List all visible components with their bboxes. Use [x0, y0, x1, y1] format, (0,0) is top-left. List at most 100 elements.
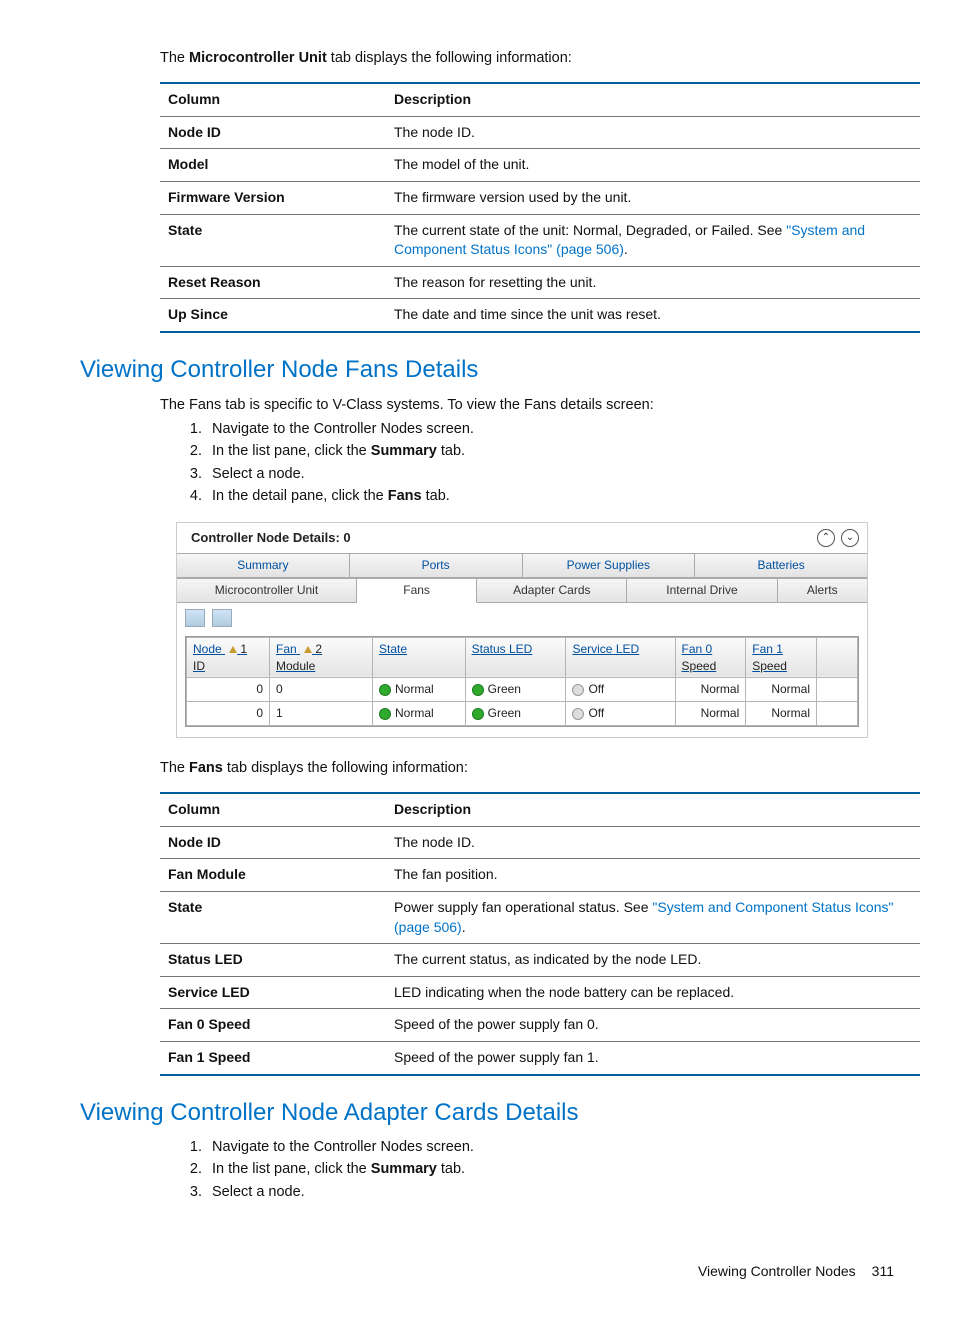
cell: Off: [566, 702, 675, 726]
cell: Speed of the power supply fan 1.: [386, 1041, 920, 1074]
th-column: Column: [160, 793, 386, 826]
table-row[interactable]: 0 0 Normal Green Off Normal Normal: [187, 678, 858, 702]
text: Fan 1: [752, 642, 783, 656]
collapse-up-icon[interactable]: ⌃: [817, 529, 835, 547]
text: ID: [193, 658, 263, 675]
step: Navigate to the Controller Nodes screen.: [206, 419, 894, 439]
cell: The firmware version used by the unit.: [386, 182, 920, 215]
sort-asc-icon: [229, 646, 237, 653]
text: tab displays the following information:: [223, 760, 468, 776]
collapse-down-icon[interactable]: ⌄: [841, 529, 859, 547]
text: tab.: [437, 443, 465, 459]
status-dot-icon: [472, 708, 484, 720]
text: tab displays the following information:: [327, 50, 572, 66]
intro-fans: The Fans tab displays the following info…: [160, 758, 894, 778]
step: Navigate to the Controller Nodes screen.: [206, 1137, 894, 1157]
heading-fans: Viewing Controller Node Fans Details: [80, 353, 894, 387]
fans-grid: Node 1 ID Fan 2 Module State Status LED …: [186, 637, 858, 726]
cell: Up Since: [160, 299, 386, 332]
col-fan1-speed[interactable]: Fan 1 Speed: [746, 637, 817, 678]
cell: State: [160, 214, 386, 266]
step: Select a node.: [206, 1182, 894, 1202]
text: tab.: [422, 488, 450, 504]
text: Module: [276, 658, 366, 675]
tab-internal-drive[interactable]: Internal Drive: [627, 579, 777, 603]
tab-row-top: Summary Ports Power Supplies Batteries: [177, 553, 867, 578]
cell: The node ID.: [386, 826, 920, 859]
cell: Node ID: [160, 116, 386, 149]
tab-adapter-cards[interactable]: Adapter Cards: [477, 579, 627, 603]
cell: Service LED: [160, 976, 386, 1009]
text: Speed: [682, 658, 740, 675]
cell: Status LED: [160, 944, 386, 977]
cell: 1: [270, 702, 373, 726]
tab-summary[interactable]: Summary: [177, 554, 350, 578]
cell: Reset Reason: [160, 266, 386, 299]
step: In the list pane, click the Summary tab.: [206, 1159, 894, 1179]
cell: Normal: [675, 678, 746, 702]
table-row[interactable]: 0 1 Normal Green Off Normal Normal: [187, 702, 858, 726]
th-column: Column: [160, 83, 386, 116]
text: In the detail pane, click the: [212, 488, 388, 504]
cell: The model of the unit.: [386, 149, 920, 182]
cell: Power supply fan operational status. See…: [386, 891, 920, 943]
fans-details-panel: Controller Node Details: 0 ⌃ ⌄ Summary P…: [176, 522, 868, 738]
step: In the list pane, click the Summary tab.: [206, 441, 894, 461]
sort-priority: 2: [315, 642, 322, 656]
text: Normal: [395, 706, 434, 720]
text-bold: Microcontroller Unit: [189, 50, 327, 66]
text-bold: Summary: [371, 443, 437, 459]
text: Green: [488, 682, 521, 696]
cell: Green: [465, 702, 566, 726]
status-dot-icon: [472, 684, 484, 696]
text: tab.: [437, 1161, 465, 1177]
cell: The date and time since the unit was res…: [386, 299, 920, 332]
cell: Node ID: [160, 826, 386, 859]
toolbar-icon[interactable]: [212, 609, 232, 627]
fans-columns-table: Column Description Node IDThe node ID. F…: [160, 792, 920, 1075]
tab-ports[interactable]: Ports: [350, 554, 523, 578]
cell: The current status, as indicated by the …: [386, 944, 920, 977]
tab-alerts[interactable]: Alerts: [778, 579, 867, 603]
status-dot-icon: [379, 684, 391, 696]
text: .: [462, 919, 466, 935]
tab-fans[interactable]: Fans: [357, 579, 477, 603]
text: Off: [588, 682, 604, 696]
text: Fan: [276, 642, 297, 656]
col-status-led[interactable]: Status LED: [465, 637, 566, 678]
text: Green: [488, 706, 521, 720]
tab-batteries[interactable]: Batteries: [695, 554, 867, 578]
page-footer: Viewing Controller Nodes 311: [80, 1262, 894, 1282]
tab-power-supplies[interactable]: Power Supplies: [523, 554, 696, 578]
cell: 0: [187, 678, 270, 702]
tab-mcu[interactable]: Microcontroller Unit: [177, 579, 357, 603]
text: In the list pane, click the: [212, 1161, 371, 1177]
toolbar-icon[interactable]: [185, 609, 205, 627]
cell: LED indicating when the node battery can…: [386, 976, 920, 1009]
status-dot-icon: [572, 684, 584, 696]
text: Off: [588, 706, 604, 720]
col-state[interactable]: State: [373, 637, 466, 678]
cell: [817, 702, 858, 726]
text: Node: [193, 642, 222, 656]
col-service-led[interactable]: Service LED: [566, 637, 675, 678]
cell: Normal: [373, 702, 466, 726]
cell: The reason for resetting the unit.: [386, 266, 920, 299]
th-description: Description: [386, 83, 920, 116]
fans-steps: Navigate to the Controller Nodes screen.…: [182, 419, 894, 506]
panel-title: Controller Node Details: 0: [191, 529, 811, 547]
cell: Model: [160, 149, 386, 182]
text-bold: Fans: [388, 488, 422, 504]
text-bold: Summary: [371, 1161, 437, 1177]
heading-adapter-cards: Viewing Controller Node Adapter Cards De…: [80, 1096, 894, 1130]
tab-row-bottom: Microcontroller Unit Fans Adapter Cards …: [177, 578, 867, 603]
col-fan-module[interactable]: Fan 2 Module: [270, 637, 373, 678]
text: Normal: [395, 682, 434, 696]
cell: The node ID.: [386, 116, 920, 149]
col-node-id[interactable]: Node 1 ID: [187, 637, 270, 678]
footer-section: Viewing Controller Nodes: [698, 1262, 856, 1282]
cell: Normal: [675, 702, 746, 726]
cell: Normal: [373, 678, 466, 702]
cell: 0: [270, 678, 373, 702]
col-fan0-speed[interactable]: Fan 0 Speed: [675, 637, 746, 678]
